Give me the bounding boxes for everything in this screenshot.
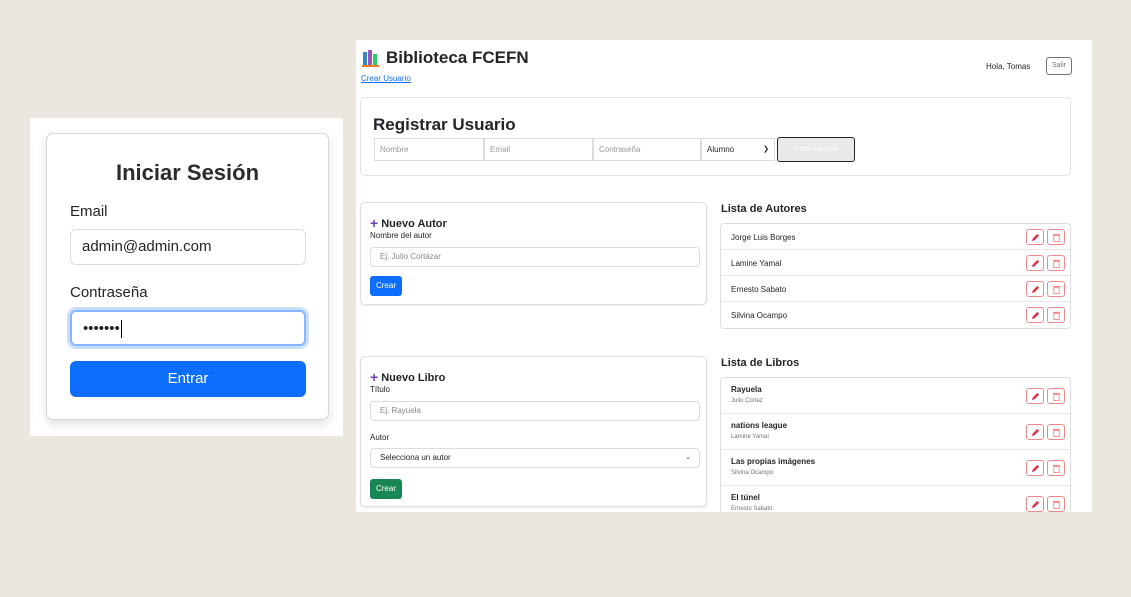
create-user-button[interactable]: Crear Usuario	[777, 137, 855, 162]
book-author: Julio Cortaz	[731, 398, 763, 404]
trash-icon	[1052, 259, 1061, 268]
book-title-input[interactable]: Ej. Rayuela	[370, 401, 700, 421]
list-item: nations league Lamine Yamal	[721, 414, 1070, 450]
login-title: Iniciar Sesión	[115, 160, 260, 185]
pencil-icon	[1031, 428, 1040, 437]
trash-icon	[1052, 500, 1061, 509]
edit-button[interactable]	[1026, 281, 1044, 297]
new-author-title-text: Nuevo Autor	[381, 218, 447, 230]
email-label: Email	[70, 203, 108, 220]
author-name: Ernesto Sabato	[731, 285, 787, 294]
authors-list-title: Lista de Autores	[721, 203, 807, 215]
list-item: Ernesto Sabato	[721, 276, 1070, 302]
delete-button[interactable]	[1047, 281, 1065, 297]
chevron-down-icon: ❯	[763, 146, 769, 153]
trash-icon	[1052, 428, 1061, 437]
delete-button[interactable]	[1047, 229, 1065, 245]
new-author-card: + Nuevo Autor Nombre del autor Ej. Julio …	[360, 202, 707, 305]
password-value: •••••••	[83, 320, 120, 337]
author-name-input[interactable]: Ej. Julio Cortázar	[370, 247, 700, 267]
new-book-card: + Nuevo Libro Título Ej. Rayuela Autor Se…	[360, 356, 707, 507]
delete-button[interactable]	[1047, 388, 1065, 404]
new-author-title: + Nuevo Autor	[370, 214, 447, 231]
trash-icon	[1052, 233, 1061, 242]
book-title: El túnel	[731, 493, 760, 502]
edit-button[interactable]	[1026, 307, 1044, 323]
book-title-label: Título	[370, 385, 391, 394]
edit-button[interactable]	[1026, 460, 1044, 476]
brand-title: Biblioteca FCEFN	[386, 48, 529, 67]
pencil-icon	[1031, 259, 1040, 268]
author-name: Silvina Ocampo	[731, 311, 788, 320]
edit-button[interactable]	[1026, 229, 1044, 245]
password-label: Contraseña	[70, 284, 148, 301]
chevron-down-icon: ⌄	[685, 454, 691, 461]
email-field[interactable]: admin@admin.com	[70, 229, 306, 265]
register-email-input[interactable]: Email	[484, 138, 593, 161]
edit-button[interactable]	[1026, 388, 1044, 404]
pencil-icon	[1031, 311, 1040, 320]
list-item: El túnel Ernesto Sabato	[721, 486, 1070, 512]
list-item: Lamine Yamal	[721, 250, 1070, 276]
plus-icon: +	[370, 215, 379, 231]
edit-button[interactable]	[1026, 255, 1044, 271]
trash-icon	[1052, 311, 1061, 320]
list-item: Jorge Luis Borges	[721, 224, 1070, 250]
pencil-icon	[1031, 285, 1040, 294]
book-author-select[interactable]: Selecciona un autor ⌄	[370, 448, 700, 468]
delete-button[interactable]	[1047, 255, 1065, 271]
login-screenshot: Iniciar Sesión Email admin@admin.com Con…	[30, 118, 343, 436]
book-title: nations league	[731, 421, 788, 430]
role-value: Alumno	[707, 145, 735, 154]
book-author-label: Autor	[370, 433, 390, 442]
book-author: Silvina Ocampo	[731, 470, 774, 476]
author-name: Lamine Yamal	[731, 259, 782, 268]
delete-button[interactable]	[1047, 424, 1065, 440]
login-card: Iniciar Sesión Email admin@admin.com Con…	[46, 133, 329, 420]
create-book-button[interactable]: Crear	[370, 479, 402, 499]
book-title: Rayuela	[731, 385, 762, 394]
role-select[interactable]: Alumno ❯	[701, 138, 775, 161]
admin-screenshot: Biblioteca FCEFN Crear Usuario Hola, Tom…	[356, 40, 1092, 512]
book-author-select-value: Selecciona un autor	[380, 453, 451, 462]
edit-button[interactable]	[1026, 424, 1044, 440]
edit-button[interactable]	[1026, 496, 1044, 512]
text-caret	[120, 320, 122, 339]
list-item: Las propias imágenes Silvina Ocampo	[721, 450, 1070, 486]
user-greeting: Hola, Tomas	[986, 62, 1031, 71]
create-user-link[interactable]: Crear Usuario	[361, 74, 411, 83]
pencil-icon	[1031, 233, 1040, 242]
register-title: Registrar Usuario	[373, 115, 516, 134]
delete-button[interactable]	[1047, 496, 1065, 512]
list-item: Silvina Ocampo	[721, 302, 1070, 328]
register-user-card: Registrar Usuario Nombre Email Contraseñ…	[360, 97, 1071, 176]
register-password-input[interactable]: Contraseña	[593, 138, 701, 161]
plus-icon: +	[370, 369, 379, 385]
books-list-title: Lista de Libros	[721, 357, 800, 369]
delete-button[interactable]	[1047, 460, 1065, 476]
pencil-icon	[1031, 500, 1040, 509]
pencil-icon	[1031, 464, 1040, 473]
author-name: Jorge Luis Borges	[731, 233, 796, 242]
book-title: Las propias imágenes	[731, 457, 816, 466]
book-author: Ernesto Sabato	[731, 506, 773, 512]
create-author-button[interactable]: Crear	[370, 276, 402, 296]
password-field[interactable]: •••••••	[70, 310, 306, 346]
logout-button[interactable]: Salir	[1046, 57, 1072, 75]
authors-list: Jorge Luis Borges Lamine Yamal Ernesto S…	[720, 223, 1071, 329]
author-name-label: Nombre del autor	[370, 231, 432, 240]
new-book-title-text: Nuevo Libro	[381, 372, 446, 384]
new-book-title: + Nuevo Libro	[370, 368, 446, 385]
books-icon	[362, 50, 379, 67]
name-input[interactable]: Nombre	[374, 138, 484, 161]
trash-icon	[1052, 464, 1061, 473]
book-author: Lamine Yamal	[731, 434, 769, 440]
login-submit-button[interactable]: Entrar	[70, 361, 306, 397]
pencil-icon	[1031, 392, 1040, 401]
books-list: Rayuela Julio Cortaz nations league Lami…	[720, 377, 1071, 512]
list-item: Rayuela Julio Cortaz	[721, 378, 1070, 414]
delete-button[interactable]	[1047, 307, 1065, 323]
trash-icon	[1052, 392, 1061, 401]
trash-icon	[1052, 285, 1061, 294]
